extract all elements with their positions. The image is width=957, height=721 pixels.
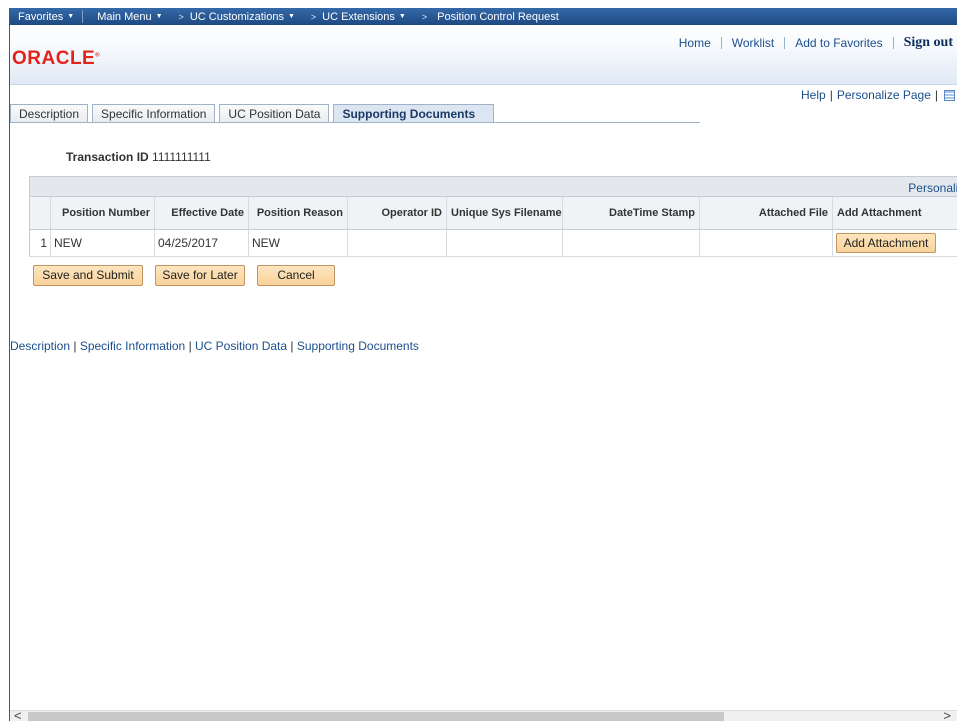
link-uc-position-data[interactable]: UC Position Data [195, 339, 287, 353]
tab-uc-position-data[interactable]: UC Position Data [219, 104, 330, 123]
page-header: ORACLE® Home Worklist Add to Favorites S… [10, 25, 957, 85]
chevron-right-icon: > [310, 11, 317, 22]
favorites-label: Favorites [18, 10, 64, 23]
chevron-down-icon: ▼ [67, 13, 75, 20]
attached-file-cell [699, 229, 833, 257]
breadcrumb-label: UC Extensions [322, 10, 395, 23]
breadcrumb-label: Position Control Request [437, 10, 559, 23]
help-link[interactable]: Help [801, 88, 826, 102]
personalize-page-link[interactable]: Personalize Page [837, 88, 931, 102]
tab-divider [10, 122, 700, 123]
chevron-down-icon: ▼ [155, 13, 163, 20]
tab-supporting-documents[interactable]: Supporting Documents [333, 104, 495, 123]
top-nav-bar: Favorites ▼ Main Menu ▼ > UC Customizati… [10, 8, 957, 25]
cancel-button[interactable]: Cancel [257, 265, 335, 286]
column-header-row-number [29, 197, 51, 230]
save-for-later-button[interactable]: Save for Later [155, 265, 245, 286]
main-menu[interactable]: Main Menu ▼ [83, 8, 170, 25]
help-bar: Help | Personalize Page | [801, 88, 955, 102]
column-header-operator-id[interactable]: Operator ID [347, 197, 447, 230]
home-link[interactable]: Home [669, 36, 721, 50]
column-header-position-number[interactable]: Position Number [50, 197, 155, 230]
effective-date-cell: 04/25/2017 [154, 229, 249, 257]
column-header-position-reason[interactable]: Position Reason [248, 197, 348, 230]
attachments-table: Position Number Effective Date Position … [29, 197, 957, 257]
chevron-down-icon: ▼ [398, 13, 406, 20]
chevron-right-icon: > [178, 11, 184, 22]
attachments-grid: Personalize Position Number Effective Da… [29, 176, 957, 257]
main-menu-label: Main Menu [97, 10, 152, 23]
chevron-right-icon: > [421, 11, 428, 22]
oracle-logo: ORACLE® [12, 48, 101, 69]
sign-out-link[interactable]: Sign out [894, 35, 955, 51]
column-header-datetime-stamp[interactable]: DateTime Stamp [562, 197, 700, 230]
add-to-favorites-link[interactable]: Add to Favorites [785, 36, 892, 50]
breadcrumb-position-control-request[interactable]: > Position Control Request [414, 8, 567, 25]
column-header-effective-date[interactable]: Effective Date [154, 197, 249, 230]
link-supporting-documents[interactable]: Supporting Documents [297, 339, 419, 353]
personalize-grid-link[interactable]: Personalize [908, 181, 957, 195]
table-header-row: Position Number Effective Date Position … [29, 197, 957, 230]
chevron-down-icon: ▼ [287, 13, 295, 20]
column-header-unique-sys-filename[interactable]: Unique Sys Filename [446, 197, 563, 230]
transaction-id-value: 1111111111 [152, 150, 211, 164]
scroll-right-icon[interactable]: > [943, 708, 951, 721]
row-number: 1 [29, 229, 51, 257]
pipe-separator: | [829, 88, 833, 102]
grid-toolbar: Personalize [29, 176, 957, 197]
horizontal-scrollbar[interactable]: < > [10, 708, 957, 721]
unique-sys-filename-cell [446, 229, 563, 257]
pipe-separator: | [934, 88, 938, 102]
worklist-link[interactable]: Worklist [722, 36, 784, 50]
position-reason-cell: NEW [248, 229, 348, 257]
add-attachment-cell: Add Attachment [832, 229, 957, 257]
header-links: Home Worklist Add to Favorites Sign out [669, 35, 955, 51]
favorites-menu[interactable]: Favorites ▼ [10, 8, 82, 25]
table-row: 1 NEW 04/25/2017 NEW Add Attachment [29, 229, 957, 257]
breadcrumb-uc-customizations[interactable]: > UC Customizations ▼ [171, 8, 303, 25]
link-specific-information[interactable]: Specific Information [80, 339, 185, 353]
scrollbar-thumb[interactable] [28, 712, 724, 721]
add-attachment-button[interactable]: Add Attachment [836, 232, 936, 253]
link-description[interactable]: Description [10, 339, 70, 353]
column-header-add-attachment[interactable]: Add Attachment [832, 197, 957, 230]
bottom-tab-links: Description | Specific Information | UC … [10, 339, 419, 353]
datetime-stamp-cell [562, 229, 700, 257]
breadcrumb-uc-extensions[interactable]: > UC Extensions ▼ [303, 8, 414, 25]
page-tabs: Description Specific Information UC Posi… [10, 104, 498, 123]
transaction-id: Transaction ID 1111111111 [66, 150, 211, 164]
column-header-attached-file[interactable]: Attached File [699, 197, 833, 230]
transaction-id-label: Transaction ID [66, 150, 149, 164]
breadcrumb-label: UC Customizations [189, 10, 284, 23]
logo-text: ORACLE [12, 48, 96, 69]
tab-description[interactable]: Description [10, 104, 89, 123]
scroll-left-icon[interactable]: < [14, 708, 22, 721]
new-window-icon[interactable] [944, 89, 955, 101]
operator-id-cell [347, 229, 447, 257]
save-and-submit-button[interactable]: Save and Submit [33, 265, 143, 286]
tab-specific-information[interactable]: Specific Information [92, 104, 216, 123]
position-number-cell: NEW [50, 229, 155, 257]
